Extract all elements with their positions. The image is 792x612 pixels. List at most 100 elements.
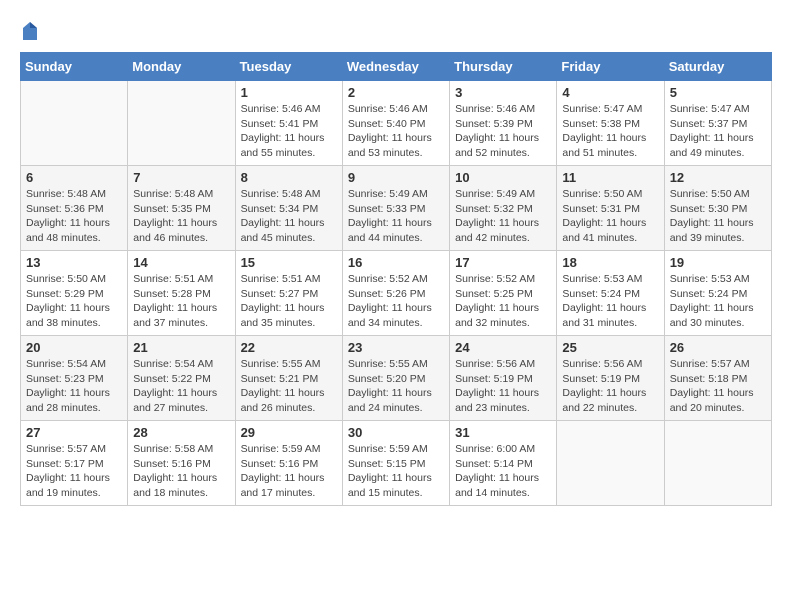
day-number: 26 — [670, 340, 766, 355]
day-cell: 23 Sunrise: 5:55 AM Sunset: 5:20 PM Dayli… — [342, 336, 449, 421]
day-cell — [128, 81, 235, 166]
day-info: Sunrise: 5:53 AM Sunset: 5:24 PM Dayligh… — [562, 272, 658, 331]
day-number: 4 — [562, 85, 658, 100]
day-number: 3 — [455, 85, 551, 100]
calendar-body: 1 Sunrise: 5:46 AM Sunset: 5:41 PM Daylig… — [21, 81, 772, 506]
day-cell: 21 Sunrise: 5:54 AM Sunset: 5:22 PM Dayli… — [128, 336, 235, 421]
day-cell — [557, 421, 664, 506]
day-number: 15 — [241, 255, 337, 270]
logo-icon — [21, 20, 39, 42]
day-info: Sunrise: 5:50 AM Sunset: 5:31 PM Dayligh… — [562, 187, 658, 246]
day-info: Sunrise: 5:48 AM Sunset: 5:35 PM Dayligh… — [133, 187, 229, 246]
day-number: 10 — [455, 170, 551, 185]
day-number: 21 — [133, 340, 229, 355]
column-header-tuesday: Tuesday — [235, 53, 342, 81]
day-info: Sunrise: 5:55 AM Sunset: 5:20 PM Dayligh… — [348, 357, 444, 416]
day-cell: 10 Sunrise: 5:49 AM Sunset: 5:32 PM Dayli… — [450, 166, 557, 251]
day-number: 20 — [26, 340, 122, 355]
day-cell: 14 Sunrise: 5:51 AM Sunset: 5:28 PM Dayli… — [128, 251, 235, 336]
day-info: Sunrise: 5:56 AM Sunset: 5:19 PM Dayligh… — [455, 357, 551, 416]
day-cell — [21, 81, 128, 166]
week-row-5: 27 Sunrise: 5:57 AM Sunset: 5:17 PM Dayli… — [21, 421, 772, 506]
day-cell: 19 Sunrise: 5:53 AM Sunset: 5:24 PM Dayli… — [664, 251, 771, 336]
day-number: 24 — [455, 340, 551, 355]
column-header-monday: Monday — [128, 53, 235, 81]
day-number: 14 — [133, 255, 229, 270]
day-number: 31 — [455, 425, 551, 440]
day-number: 27 — [26, 425, 122, 440]
day-cell: 1 Sunrise: 5:46 AM Sunset: 5:41 PM Daylig… — [235, 81, 342, 166]
day-info: Sunrise: 5:46 AM Sunset: 5:40 PM Dayligh… — [348, 102, 444, 161]
week-row-3: 13 Sunrise: 5:50 AM Sunset: 5:29 PM Dayli… — [21, 251, 772, 336]
day-cell: 27 Sunrise: 5:57 AM Sunset: 5:17 PM Dayli… — [21, 421, 128, 506]
day-cell: 15 Sunrise: 5:51 AM Sunset: 5:27 PM Dayli… — [235, 251, 342, 336]
day-cell: 25Sunrise: 5:56 AM Sunset: 5:19 PM Dayli… — [557, 336, 664, 421]
week-row-4: 20 Sunrise: 5:54 AM Sunset: 5:23 PM Dayli… — [21, 336, 772, 421]
day-number: 6 — [26, 170, 122, 185]
day-cell: 24 Sunrise: 5:56 AM Sunset: 5:19 PM Dayli… — [450, 336, 557, 421]
day-cell: 28 Sunrise: 5:58 AM Sunset: 5:16 PM Dayli… — [128, 421, 235, 506]
day-cell: 22Sunrise: 5:55 AM Sunset: 5:21 PM Dayli… — [235, 336, 342, 421]
day-cell: 9 Sunrise: 5:49 AM Sunset: 5:33 PM Daylig… — [342, 166, 449, 251]
column-header-wednesday: Wednesday — [342, 53, 449, 81]
day-cell: 26 Sunrise: 5:57 AM Sunset: 5:18 PM Dayli… — [664, 336, 771, 421]
day-cell: 12Sunrise: 5:50 AM Sunset: 5:30 PM Dayli… — [664, 166, 771, 251]
day-cell: 31 Sunrise: 6:00 AM Sunset: 5:14 PM Dayli… — [450, 421, 557, 506]
column-header-friday: Friday — [557, 53, 664, 81]
day-number: 1 — [241, 85, 337, 100]
day-number: 30 — [348, 425, 444, 440]
day-info: Sunrise: 5:57 AM Sunset: 5:17 PM Dayligh… — [26, 442, 122, 501]
day-number: 11 — [562, 170, 658, 185]
day-cell: 6 Sunrise: 5:48 AM Sunset: 5:36 PM Daylig… — [21, 166, 128, 251]
day-number: 7 — [133, 170, 229, 185]
day-number: 23 — [348, 340, 444, 355]
day-number: 9 — [348, 170, 444, 185]
day-cell: 5Sunrise: 5:47 AM Sunset: 5:37 PM Daylig… — [664, 81, 771, 166]
day-cell: 17 Sunrise: 5:52 AM Sunset: 5:25 PM Dayli… — [450, 251, 557, 336]
day-info: Sunrise: 5:51 AM Sunset: 5:27 PM Dayligh… — [241, 272, 337, 331]
day-info: Sunrise: 5:58 AM Sunset: 5:16 PM Dayligh… — [133, 442, 229, 501]
day-info: Sunrise: 5:55 AM Sunset: 5:21 PM Dayligh… — [241, 357, 337, 416]
day-info: Sunrise: 6:00 AM Sunset: 5:14 PM Dayligh… — [455, 442, 551, 501]
day-number: 5 — [670, 85, 766, 100]
day-info: Sunrise: 5:47 AM Sunset: 5:38 PM Dayligh… — [562, 102, 658, 161]
day-info: Sunrise: 5:53 AM Sunset: 5:24 PM Dayligh… — [670, 272, 766, 331]
column-header-sunday: Sunday — [21, 53, 128, 81]
calendar-header-row: SundayMondayTuesdayWednesdayThursdayFrid… — [21, 53, 772, 81]
day-info: Sunrise: 5:52 AM Sunset: 5:26 PM Dayligh… — [348, 272, 444, 331]
day-cell: 16 Sunrise: 5:52 AM Sunset: 5:26 PM Dayli… — [342, 251, 449, 336]
day-info: Sunrise: 5:48 AM Sunset: 5:36 PM Dayligh… — [26, 187, 122, 246]
day-number: 19 — [670, 255, 766, 270]
column-header-saturday: Saturday — [664, 53, 771, 81]
day-cell: 20 Sunrise: 5:54 AM Sunset: 5:23 PM Dayli… — [21, 336, 128, 421]
day-info: Sunrise: 5:56 AM Sunset: 5:19 PM Dayligh… — [562, 357, 658, 416]
column-header-thursday: Thursday — [450, 53, 557, 81]
day-info: Sunrise: 5:48 AM Sunset: 5:34 PM Dayligh… — [241, 187, 337, 246]
day-info: Sunrise: 5:54 AM Sunset: 5:22 PM Dayligh… — [133, 357, 229, 416]
day-cell: 11 Sunrise: 5:50 AM Sunset: 5:31 PM Dayli… — [557, 166, 664, 251]
day-cell: 4 Sunrise: 5:47 AM Sunset: 5:38 PM Daylig… — [557, 81, 664, 166]
day-number: 2 — [348, 85, 444, 100]
day-info: Sunrise: 5:46 AM Sunset: 5:41 PM Dayligh… — [241, 102, 337, 161]
day-number: 13 — [26, 255, 122, 270]
day-cell: 8 Sunrise: 5:48 AM Sunset: 5:34 PM Daylig… — [235, 166, 342, 251]
day-info: Sunrise: 5:51 AM Sunset: 5:28 PM Dayligh… — [133, 272, 229, 331]
day-cell: 13 Sunrise: 5:50 AM Sunset: 5:29 PM Dayli… — [21, 251, 128, 336]
day-info: Sunrise: 5:57 AM Sunset: 5:18 PM Dayligh… — [670, 357, 766, 416]
week-row-2: 6 Sunrise: 5:48 AM Sunset: 5:36 PM Daylig… — [21, 166, 772, 251]
day-number: 8 — [241, 170, 337, 185]
day-number: 29 — [241, 425, 337, 440]
day-info: Sunrise: 5:46 AM Sunset: 5:39 PM Dayligh… — [455, 102, 551, 161]
day-cell: 3 Sunrise: 5:46 AM Sunset: 5:39 PM Daylig… — [450, 81, 557, 166]
day-info: Sunrise: 5:49 AM Sunset: 5:32 PM Dayligh… — [455, 187, 551, 246]
day-info: Sunrise: 5:50 AM Sunset: 5:29 PM Dayligh… — [26, 272, 122, 331]
day-cell: 29Sunrise: 5:59 AM Sunset: 5:16 PM Dayli… — [235, 421, 342, 506]
day-number: 16 — [348, 255, 444, 270]
day-info: Sunrise: 5:54 AM Sunset: 5:23 PM Dayligh… — [26, 357, 122, 416]
week-row-1: 1 Sunrise: 5:46 AM Sunset: 5:41 PM Daylig… — [21, 81, 772, 166]
day-number: 28 — [133, 425, 229, 440]
day-info: Sunrise: 5:52 AM Sunset: 5:25 PM Dayligh… — [455, 272, 551, 331]
day-number: 17 — [455, 255, 551, 270]
day-number: 18 — [562, 255, 658, 270]
day-info: Sunrise: 5:49 AM Sunset: 5:33 PM Dayligh… — [348, 187, 444, 246]
